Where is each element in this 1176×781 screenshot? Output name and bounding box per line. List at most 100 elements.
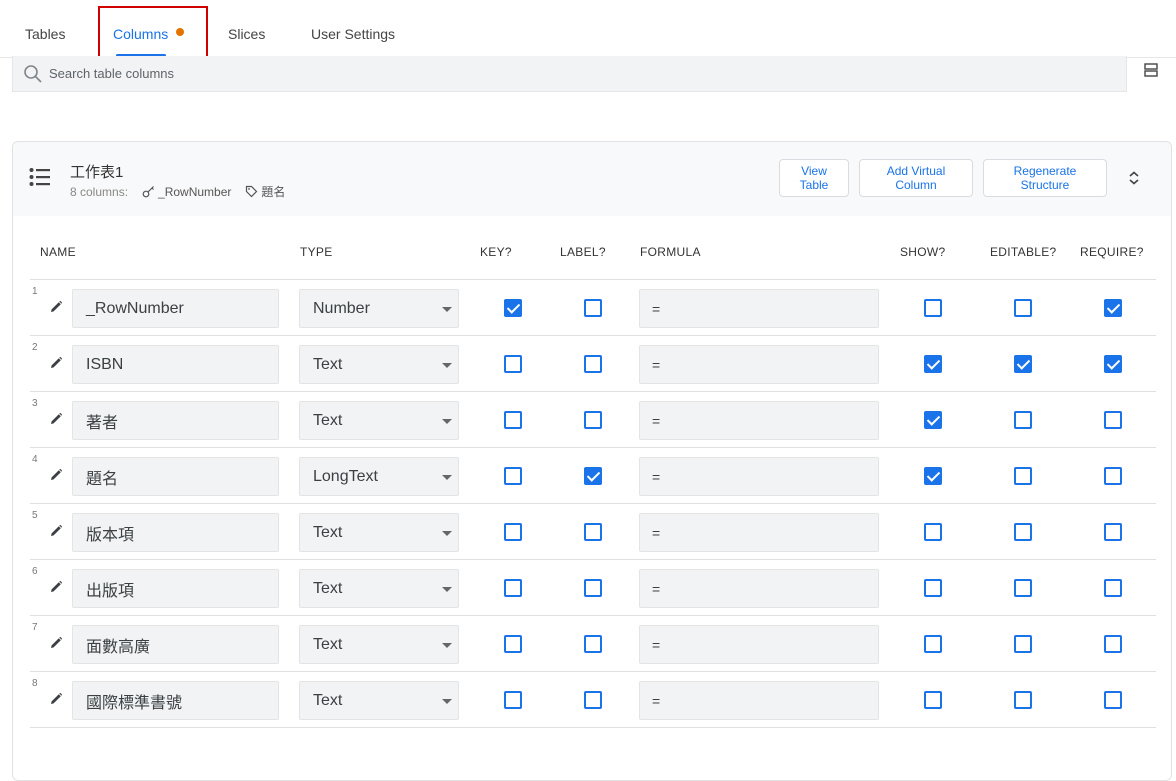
key-checkbox[interactable]: [504, 691, 522, 709]
view-table-button[interactable]: View Table: [779, 159, 849, 197]
key-checkbox[interactable]: [504, 635, 522, 653]
row-number: 8: [32, 678, 38, 689]
label-checkbox[interactable]: [584, 355, 602, 373]
editable-checkbox[interactable]: [1014, 579, 1032, 597]
key-checkbox[interactable]: [504, 467, 522, 485]
label-checkbox[interactable]: [584, 411, 602, 429]
search-input[interactable]: [47, 62, 1107, 84]
edit-pencil-icon[interactable]: [49, 692, 63, 706]
show-checkbox[interactable]: [924, 691, 942, 709]
label-tag-icon: [245, 185, 258, 198]
edit-pencil-icon[interactable]: [49, 300, 63, 314]
tab-tables[interactable]: Tables: [25, 26, 65, 42]
column-type-select[interactable]: Number: [299, 289, 459, 328]
header-type: TYPE: [300, 245, 333, 259]
require-checkbox[interactable]: [1104, 523, 1122, 541]
show-checkbox[interactable]: [924, 355, 942, 373]
editable-checkbox[interactable]: [1014, 523, 1032, 541]
dropdown-caret-icon: [442, 699, 452, 704]
require-checkbox[interactable]: [1104, 635, 1122, 653]
row-number: 5: [32, 510, 38, 521]
column-type-select[interactable]: LongText: [299, 457, 459, 496]
dropdown-caret-icon: [442, 475, 452, 480]
column-type-select[interactable]: Text: [299, 681, 459, 720]
column-name-field[interactable]: ISBN: [72, 345, 279, 384]
require-checkbox[interactable]: [1104, 691, 1122, 709]
editable-checkbox[interactable]: [1014, 355, 1032, 373]
key-checkbox[interactable]: [504, 411, 522, 429]
table-row: 3 著者 Text =: [30, 392, 1156, 448]
formula-field[interactable]: =: [639, 401, 879, 440]
show-checkbox[interactable]: [924, 579, 942, 597]
editable-checkbox[interactable]: [1014, 635, 1032, 653]
key-checkbox[interactable]: [504, 523, 522, 541]
formula-field[interactable]: =: [639, 569, 879, 608]
column-name-field[interactable]: 面數高廣: [72, 625, 279, 664]
search-bar: [12, 56, 1127, 92]
show-checkbox[interactable]: [924, 635, 942, 653]
edit-pencil-icon[interactable]: [49, 412, 63, 426]
row-number: 2: [32, 342, 38, 353]
tab-user-settings[interactable]: User Settings: [311, 26, 395, 42]
edit-pencil-icon[interactable]: [49, 580, 63, 594]
expand-collapse-icon[interactable]: [1127, 170, 1141, 186]
row-number: 6: [32, 566, 38, 577]
column-name-field[interactable]: 出版項: [72, 569, 279, 608]
key-checkbox[interactable]: [504, 579, 522, 597]
require-checkbox[interactable]: [1104, 579, 1122, 597]
column-type-select[interactable]: Text: [299, 345, 459, 384]
column-type-value: LongText: [313, 467, 378, 485]
formula-field[interactable]: =: [639, 625, 879, 664]
dropdown-caret-icon: [442, 307, 452, 312]
edit-pencil-icon[interactable]: [49, 524, 63, 538]
column-type-value: Text: [313, 579, 343, 597]
regenerate-structure-button[interactable]: Regenerate Structure: [983, 159, 1107, 197]
formula-field[interactable]: =: [639, 289, 879, 328]
edit-pencil-icon[interactable]: [49, 636, 63, 650]
table-row: 1 _RowNumber Number =: [30, 280, 1156, 336]
editable-checkbox[interactable]: [1014, 691, 1032, 709]
require-checkbox[interactable]: [1104, 299, 1122, 317]
header-name: NAME: [40, 245, 76, 259]
column-type-select[interactable]: Text: [299, 625, 459, 664]
layout-toggle-icon[interactable]: [1143, 62, 1159, 78]
formula-field[interactable]: =: [639, 457, 879, 496]
column-name-field[interactable]: 題名: [72, 457, 279, 496]
require-checkbox[interactable]: [1104, 411, 1122, 429]
list-icon: [29, 168, 50, 186]
key-checkbox[interactable]: [504, 355, 522, 373]
highlight-annotation: [98, 6, 208, 63]
label-checkbox[interactable]: [584, 579, 602, 597]
column-name-field[interactable]: 國際標準書號: [72, 681, 279, 720]
column-name-field[interactable]: 版本項: [72, 513, 279, 552]
label-checkbox[interactable]: [584, 299, 602, 317]
column-name-field[interactable]: 著者: [72, 401, 279, 440]
show-checkbox[interactable]: [924, 523, 942, 541]
show-checkbox[interactable]: [924, 411, 942, 429]
column-name-field[interactable]: _RowNumber: [72, 289, 279, 328]
label-checkbox[interactable]: [584, 467, 602, 485]
key-icon: [142, 185, 155, 198]
edit-pencil-icon[interactable]: [49, 468, 63, 482]
require-checkbox[interactable]: [1104, 467, 1122, 485]
column-type-select[interactable]: Text: [299, 401, 459, 440]
formula-field[interactable]: =: [639, 513, 879, 552]
label-checkbox[interactable]: [584, 523, 602, 541]
require-checkbox[interactable]: [1104, 355, 1122, 373]
label-checkbox[interactable]: [584, 635, 602, 653]
show-checkbox[interactable]: [924, 467, 942, 485]
formula-field[interactable]: =: [639, 345, 879, 384]
add-virtual-column-button[interactable]: Add Virtual Column: [859, 159, 973, 197]
tab-slices[interactable]: Slices: [228, 26, 265, 42]
formula-field[interactable]: =: [639, 681, 879, 720]
editable-checkbox[interactable]: [1014, 411, 1032, 429]
editable-checkbox[interactable]: [1014, 299, 1032, 317]
column-type-select[interactable]: Text: [299, 513, 459, 552]
edit-pencil-icon[interactable]: [49, 356, 63, 370]
column-type-select[interactable]: Text: [299, 569, 459, 608]
key-checkbox[interactable]: [504, 299, 522, 317]
editable-checkbox[interactable]: [1014, 467, 1032, 485]
show-checkbox[interactable]: [924, 299, 942, 317]
label-checkbox[interactable]: [584, 691, 602, 709]
table-row: 5 版本項 Text =: [30, 504, 1156, 560]
